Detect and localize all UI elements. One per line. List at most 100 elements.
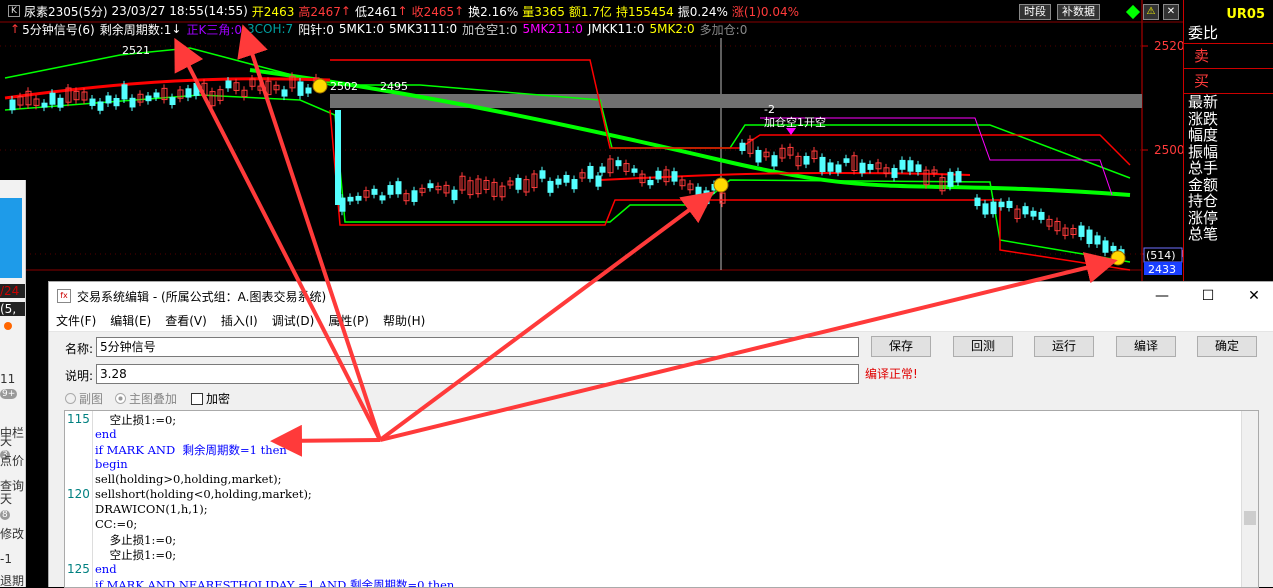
scrollbar-thumb[interactable]: [1244, 511, 1256, 525]
strip-text: 天: [0, 434, 13, 448]
candle-body: [1086, 229, 1093, 244]
mk211-value: 5MK211:0: [522, 22, 583, 36]
menu-debug[interactable]: 调试(D): [272, 312, 315, 329]
price-label-2495: 2495: [380, 80, 408, 93]
candle-body: [41, 102, 48, 108]
candle-body: [305, 87, 312, 94]
candle-body: [835, 164, 842, 173]
candle-body: [1030, 210, 1037, 217]
candle-body: [563, 174, 570, 183]
menu-help[interactable]: 帮助(H): [383, 312, 425, 329]
candle-body: [771, 155, 778, 167]
desc-input[interactable]: 3.28: [96, 364, 859, 384]
save-button[interactable]: 保存: [871, 336, 931, 357]
code-line: end: [95, 427, 117, 441]
kline-icon[interactable]: K: [8, 5, 20, 17]
candle-body: [955, 171, 962, 183]
dialog-title-bar[interactable]: fx 交易系统编辑 - (所属公式组：A.图表交易系统): [49, 282, 1273, 310]
candle-body: [819, 156, 826, 173]
code-line: 多止损1:=0;: [95, 533, 177, 547]
code-line: end: [95, 562, 117, 576]
candle-body: [595, 175, 602, 187]
candle-body: [427, 183, 434, 189]
line-number: 115: [67, 412, 90, 426]
period-button[interactable]: 时段: [1019, 4, 1051, 20]
symbol-label: 尿素2305(5分): [24, 4, 108, 19]
indicator-name: 5分钟信号(6): [22, 22, 95, 37]
candle-body: [555, 178, 562, 185]
candle-body: [411, 190, 418, 202]
editor-scrollbar[interactable]: [1241, 411, 1258, 587]
cur-marker-label: (514): [1146, 249, 1176, 262]
smiley-icon: [1110, 250, 1126, 266]
maximize-button[interactable]: ☐: [1185, 282, 1231, 310]
menu-file[interactable]: 文件(F): [56, 312, 96, 329]
rp-sell: 卖: [1184, 44, 1273, 69]
kline-chart[interactable]: 25202500248024602440252125022495-2加仓空1开空…: [0, 0, 1273, 290]
compile-status: 编译正常!: [865, 367, 918, 381]
candle-body: [129, 97, 136, 108]
strip-text[interactable]: 修改: [0, 525, 24, 542]
strip-text[interactable]: 点价: [0, 452, 24, 469]
smiley-icon: [312, 78, 328, 94]
backtest-button[interactable]: 回测: [953, 336, 1013, 357]
candle-big-body: [335, 110, 341, 205]
change-value: 涨(1)0.04%: [731, 4, 799, 19]
dialog-title: 交易系统编辑 - (所属公式组：A.图表交易系统): [77, 289, 327, 304]
menu-edit[interactable]: 编辑(E): [110, 312, 151, 329]
mk1-value: 5MK1:0: [338, 22, 385, 36]
candle-body: [703, 190, 710, 205]
candle-body: [225, 80, 232, 89]
candle-body: [843, 158, 850, 163]
code-line: sell(holding>0,holding,market);: [95, 472, 282, 486]
candle-body: [1022, 206, 1029, 215]
candle-body: [974, 197, 981, 207]
volume-value: 量3365: [522, 4, 565, 19]
menu-insert[interactable]: 插入(I): [221, 312, 258, 329]
candle-body: [755, 149, 762, 163]
rp-total-trades: 总笔: [1188, 225, 1219, 243]
minimize-button[interactable]: —: [1139, 282, 1185, 310]
line-number: 120: [67, 487, 90, 501]
menu-view[interactable]: 查看(V): [165, 312, 207, 329]
coh-value: 3COH:7: [247, 22, 294, 36]
close-button[interactable]: ✕: [1231, 282, 1273, 310]
candle-body: [89, 98, 96, 106]
code-line: begin: [95, 457, 128, 471]
code-editor[interactable]: 115 120 125 空止损1:=0; end if MARK AND 剩余周…: [64, 410, 1259, 588]
menu-property[interactable]: 属性(P): [328, 312, 369, 329]
code-line: if MARK AND 剩余周期数=1 then: [95, 443, 287, 457]
red-up-arrow-icon: ↑: [10, 22, 21, 36]
encrypt-option[interactable]: 加密: [191, 390, 230, 407]
rp-limit-up: 涨停: [1188, 208, 1219, 227]
price-chart-canvas[interactable]: 25202500248024602440252125022495-2加仓空1开空…: [0, 0, 1273, 290]
fill-data-button[interactable]: 补数据: [1057, 4, 1100, 20]
candle-body: [1038, 211, 1045, 220]
mk3111-value: 5MK3111:0: [389, 22, 458, 36]
indicator-line: ↑ 5分钟信号(6) 剩余周期数:1 ↓ 正K三角:0 3COH:7 阳针:0 …: [0, 20, 1140, 38]
ok-button[interactable]: 确定: [1197, 336, 1257, 357]
strip-text[interactable]: 退期: [0, 572, 24, 587]
candle-body: [185, 88, 192, 98]
left-side-strip: /24 (5, 11 9+ 中栏 天 3 点价 查询 天 8 自动 修改 -1 …: [0, 180, 26, 587]
candle-body: [1006, 200, 1013, 209]
sub-chart-label: 副图: [79, 392, 104, 406]
warning-icon[interactable]: ⚠: [1143, 4, 1159, 20]
candle-body: [990, 201, 997, 215]
close-panel-icon[interactable]: ✕: [1163, 4, 1179, 20]
turnover-value: 换2.16%: [468, 4, 519, 19]
compile-button[interactable]: 编译: [1116, 336, 1176, 357]
candle-body: [1094, 235, 1101, 245]
strip-text: -1: [0, 552, 12, 566]
candle-body: [97, 101, 104, 111]
strip-text: 天: [0, 492, 13, 506]
sub-chart-option[interactable]: 副图: [65, 390, 103, 407]
name-input[interactable]: 5分钟信号: [96, 337, 859, 357]
datetime-label: 23/03/27 18:55(14:55): [111, 4, 248, 18]
main-overlay-option[interactable]: 主图叠加: [115, 390, 177, 407]
contract-code: UR05: [1226, 7, 1265, 22]
run-button[interactable]: 运行: [1034, 336, 1094, 357]
checkbox-icon: [191, 392, 203, 405]
annotation-minus2: -2: [764, 103, 775, 116]
weather-icon[interactable]: [0, 198, 22, 278]
